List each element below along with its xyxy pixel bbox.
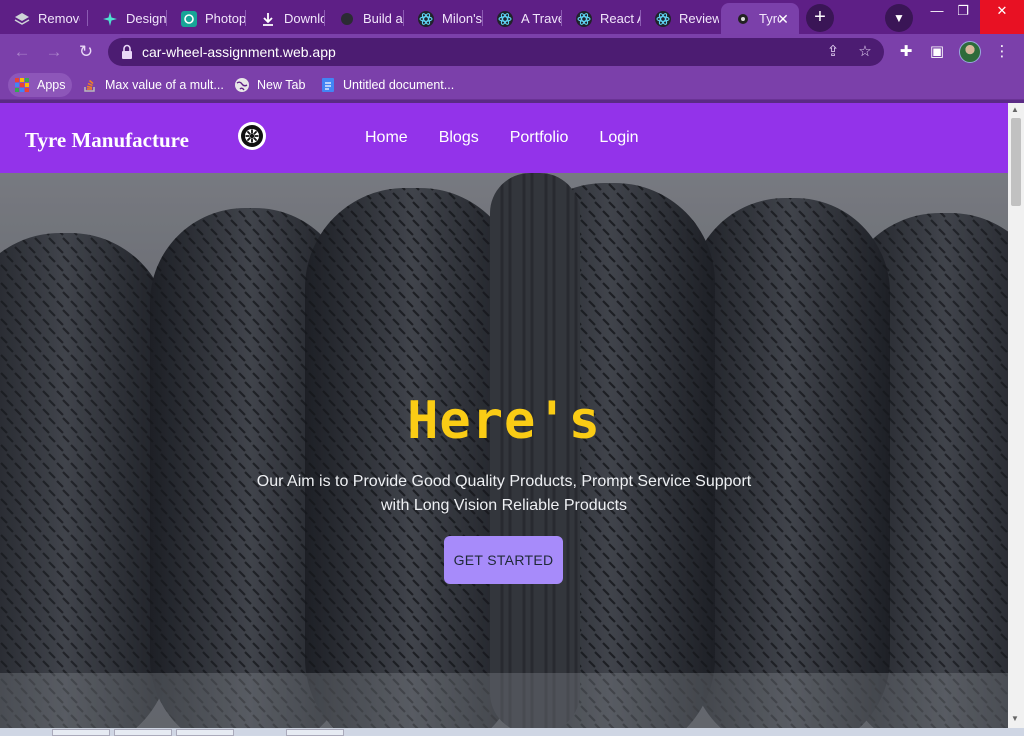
reload-icon[interactable]: ↻ — [72, 38, 100, 66]
tyre-icon — [735, 11, 751, 27]
photopea-icon — [181, 10, 197, 27]
close-icon[interactable]: ✕ — [775, 11, 791, 27]
hero-description: Our Aim is to Provide Good Quality Produ… — [256, 473, 752, 514]
layers-icon — [14, 11, 30, 27]
chevron-down-icon[interactable]: ▼ — [885, 4, 913, 32]
tab-strip: Remove Designi Photop Downlo Build a Mil… — [0, 0, 1024, 34]
bookmark-max-value[interactable]: Max value of a mult... — [76, 73, 230, 97]
browser-toolbar: ← → ↻ car-wheel-assignment.web.app ⇪ ☆ ✚… — [0, 34, 1024, 70]
bookmark-label: New Tab — [257, 78, 306, 92]
url-text: car-wheel-assignment.web.app — [142, 44, 336, 60]
react-icon — [497, 10, 513, 27]
nav-home[interactable]: Home — [365, 129, 408, 147]
scrollbar-thumb[interactable] — [1011, 118, 1021, 206]
site-navbar: Tyre Manufacture Home Blogs Portfolio Lo… — [0, 103, 1008, 173]
taskbar-item[interactable] — [176, 729, 234, 736]
new-tab-button[interactable]: + — [806, 4, 834, 32]
tab-label: Build a — [363, 11, 403, 26]
tab-milons[interactable]: Milon's — [404, 3, 482, 34]
tab-designi[interactable]: Designi — [88, 3, 166, 34]
tab-label: Remove — [38, 11, 80, 26]
nav-login[interactable]: Login — [599, 129, 638, 147]
lock-icon — [122, 44, 132, 59]
taskbar-item[interactable] — [114, 729, 172, 736]
hero-title: Here's — [407, 391, 601, 451]
share-icon[interactable]: ⇪ — [824, 43, 842, 61]
react-icon — [655, 10, 671, 27]
site-brand[interactable]: Tyre Manufacture — [25, 128, 189, 153]
tab-label: Downlo — [284, 11, 324, 26]
tab-label: React A — [600, 11, 640, 26]
docs-icon — [320, 77, 336, 93]
sparkle-icon — [102, 11, 118, 27]
web-page: Tyre Manufacture Home Blogs Portfolio Lo… — [0, 103, 1008, 728]
extensions-icon[interactable]: ✚ — [896, 42, 916, 62]
tab-react-a[interactable]: React A — [562, 3, 640, 34]
star-icon[interactable]: ☆ — [856, 43, 874, 61]
scroll-down-icon[interactable]: ▼ — [1011, 714, 1019, 723]
bookmark-label: Untitled document... — [343, 78, 455, 92]
apps-grid-icon — [14, 77, 30, 93]
tyre-logo-icon — [238, 122, 266, 150]
sidepanel-icon[interactable]: ▣ — [927, 42, 947, 62]
bookmark-label: Apps — [37, 78, 66, 92]
github-icon — [339, 11, 355, 27]
forward-icon[interactable]: → — [40, 38, 68, 66]
tab-photop[interactable]: Photop — [167, 3, 245, 34]
tab-tyre[interactable]: Tyre ✕ — [721, 3, 799, 34]
menu-icon[interactable]: ⋮ — [992, 42, 1012, 62]
back-icon[interactable]: ← — [8, 38, 36, 66]
site-nav: Home Blogs Portfolio Login — [365, 129, 639, 147]
globe-icon — [234, 77, 250, 93]
tab-label: A Trave — [521, 11, 561, 26]
os-taskbar — [0, 728, 1024, 736]
hero-section: Here's Our Aim is to Provide Good Qualit… — [0, 173, 1008, 728]
tab-downlo[interactable]: Downlo — [246, 3, 324, 34]
tab-label: Milon's — [442, 11, 482, 26]
react-icon — [576, 10, 592, 27]
restore-icon[interactable]: ❐ — [948, 0, 978, 34]
tab-review[interactable]: Review — [641, 3, 719, 34]
nav-portfolio[interactable]: Portfolio — [510, 129, 569, 147]
tab-label: Photop — [205, 11, 245, 26]
bookmark-apps[interactable]: Apps — [8, 73, 72, 97]
scroll-up-icon[interactable]: ▲ — [1011, 105, 1019, 114]
tab-label: Review — [679, 11, 719, 26]
download-icon — [260, 11, 276, 27]
bookmark-new-tab[interactable]: New Tab — [228, 73, 311, 97]
address-bar[interactable]: car-wheel-assignment.web.app ⇪ ☆ — [108, 38, 884, 66]
react-icon — [418, 10, 434, 27]
bookmark-untitled-document[interactable]: Untitled document... — [314, 73, 460, 97]
tab-a-trave[interactable]: A Trave — [483, 3, 561, 34]
bookmark-label: Max value of a mult... — [105, 78, 224, 92]
taskbar-item[interactable] — [286, 729, 344, 736]
page-scrollbar[interactable]: ▲ ▼ — [1008, 103, 1024, 728]
bookmarks-bar: Apps Max value of a mult... New Tab Unti… — [0, 70, 1024, 100]
stackoverflow-icon — [82, 77, 98, 93]
nav-blogs[interactable]: Blogs — [439, 129, 479, 147]
window-close-icon[interactable]: ✕ — [980, 0, 1024, 34]
tab-build[interactable]: Build a — [325, 3, 403, 34]
avatar[interactable] — [959, 41, 981, 63]
tab-label: Designi — [126, 11, 166, 26]
taskbar-item[interactable] — [52, 729, 110, 736]
tab-remove[interactable]: Remove — [0, 3, 86, 34]
get-started-button[interactable]: GET STARTED — [444, 536, 563, 584]
